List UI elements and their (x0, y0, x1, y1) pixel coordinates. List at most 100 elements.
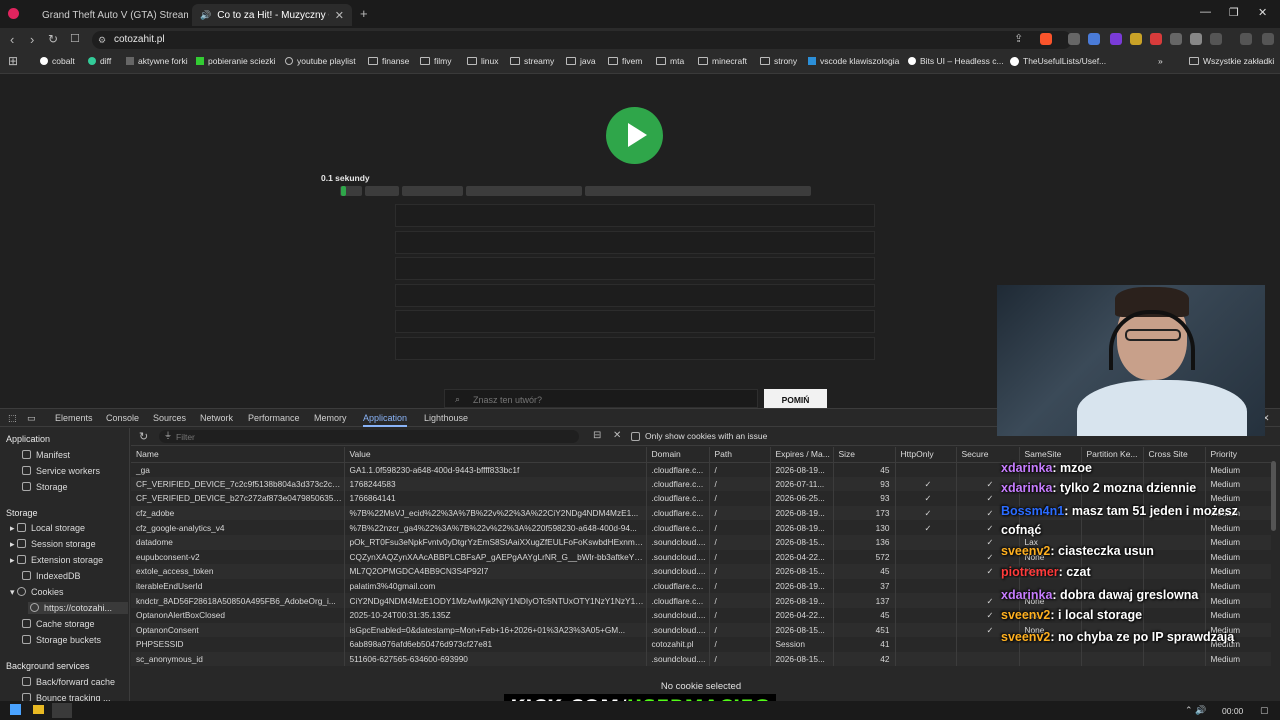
only-issue-checkbox[interactable] (631, 432, 640, 441)
column-header[interactable]: Cross Site (1143, 447, 1206, 463)
reload-icon[interactable]: ↻ (48, 32, 58, 46)
inspect-element-icon[interactable]: ⬚ (8, 413, 17, 424)
bookmark-folder[interactable]: strony (760, 56, 797, 66)
bookmark-item[interactable]: pobieranie sciezki (196, 56, 276, 66)
extension-icon[interactable] (1088, 33, 1100, 45)
playlist-icon[interactable] (1240, 33, 1252, 45)
close-window-icon[interactable]: ✕ (1258, 6, 1267, 19)
bookmark-folder[interactable]: linux (467, 56, 498, 66)
device-toggle-icon[interactable]: ▭ (27, 413, 36, 424)
column-header[interactable]: Expires / Ma... (770, 447, 834, 463)
browser-taskbar-icon[interactable] (52, 703, 72, 718)
column-header[interactable]: Secure (956, 447, 1020, 463)
sidebar-item-cache-storage[interactable]: Cache storage (22, 619, 95, 629)
guess-search-box[interactable]: ⌕ (444, 389, 758, 408)
bookmark-folder[interactable]: finanse (368, 56, 409, 66)
tab-cotozahit[interactable]: 🔊 Co to za Hit! - Muzyczny Quiz ✕ (192, 4, 352, 26)
bookmark-item[interactable]: Bits UI – Headless c... (908, 56, 1004, 66)
pause-extension-icon[interactable] (1068, 33, 1080, 45)
site-info-icon[interactable]: ⚙ (98, 31, 106, 49)
tab-performance[interactable]: Performance (248, 413, 300, 423)
sidebar-item-bfcache[interactable]: Back/forward cache (22, 677, 115, 687)
sidebar-item-cookie-origin[interactable]: https://cotozahi... (28, 602, 128, 614)
bookmark-folder[interactable]: minecraft (698, 56, 747, 66)
extension-icon[interactable] (1170, 33, 1182, 45)
delete-selected-icon[interactable]: ✕ (613, 430, 621, 441)
table-row[interactable]: _ga GA1.1.0f598230-a648-400d-9443-bffff83… (131, 462, 1271, 477)
column-header[interactable]: Value (344, 447, 647, 463)
tab-memory[interactable]: Memory (314, 413, 347, 423)
table-scrollbar[interactable] (1271, 461, 1276, 531)
all-bookmarks-folder[interactable]: Wszystkie zakładki (1189, 56, 1274, 66)
tab-elements[interactable]: Elements (55, 413, 93, 423)
column-header[interactable]: Size (833, 447, 896, 463)
bookmark-item[interactable]: TheUsefulLists/Usef... (1010, 56, 1106, 66)
table-row[interactable]: cfz_google-analytics_v4 %7B%22nzcr_ga4%22… (131, 520, 1271, 535)
close-tab-icon[interactable]: ✕ (335, 9, 344, 22)
bookmark-item[interactable]: vscode klawiszologia (808, 56, 899, 66)
column-header[interactable]: HttpOnly (895, 447, 957, 463)
sidebar-item-session-storage[interactable]: ▸ Session storage (10, 539, 96, 550)
forward-icon[interactable]: › (30, 32, 34, 47)
url-field[interactable]: ⚙ cotozahit.pl (92, 31, 1072, 49)
column-header[interactable]: Priority (1205, 447, 1271, 463)
column-header[interactable]: Name (131, 447, 345, 463)
back-icon[interactable]: ‹ (10, 32, 14, 47)
start-icon[interactable] (10, 704, 21, 715)
restore-icon[interactable]: ❐ (1229, 6, 1239, 19)
tab-application[interactable]: Application (363, 413, 408, 427)
bookmark-item[interactable]: diff (88, 56, 111, 66)
filter-input[interactable] (176, 431, 566, 442)
brave-shield-icon[interactable] (1040, 33, 1052, 45)
sidebar-item-service-workers[interactable]: Service workers (22, 466, 100, 476)
sidebar-icon[interactable] (1210, 33, 1222, 45)
minimize-icon[interactable]: — (1200, 6, 1211, 18)
tray-icons[interactable]: ⌃ 🔊 (1185, 705, 1206, 716)
bookmark-icon[interactable]: ☐ (70, 32, 80, 45)
extension-icon[interactable] (1150, 33, 1162, 45)
sidebar-item-extension-storage[interactable]: ▸ Extension storage (10, 555, 103, 566)
bookmark-folder[interactable]: java (566, 56, 596, 66)
share-icon[interactable]: ⇪ (1014, 32, 1023, 45)
sidebar-item-cookies[interactable]: ▾ Cookies (10, 587, 64, 598)
tab-sources[interactable]: Sources (153, 413, 186, 423)
tab-console[interactable]: Console (106, 413, 139, 423)
column-header[interactable]: SameSite (1019, 447, 1082, 463)
sidebar-item-storage[interactable]: Storage (22, 482, 68, 492)
bookmark-folder[interactable]: streamy (510, 56, 554, 66)
bookmark-item[interactable]: youtube playlist (285, 56, 356, 66)
tab-network[interactable]: Network (200, 413, 233, 423)
file-explorer-icon[interactable] (33, 705, 44, 714)
new-tab-button[interactable]: + (360, 6, 368, 21)
apps-grid-icon[interactable]: ⊞ (8, 54, 18, 68)
table-row[interactable]: sc_anonymous_id 511606-627565-634600-6939… (131, 651, 1271, 667)
bookmark-folder[interactable]: mta (656, 56, 684, 66)
column-header[interactable]: Path (709, 447, 771, 463)
extension-icon[interactable] (1110, 33, 1122, 45)
extension-icon[interactable] (1190, 33, 1202, 45)
extension-icon[interactable] (1130, 33, 1142, 45)
more-bookmarks-icon[interactable]: » (1158, 56, 1163, 66)
sidebar-item-storage-buckets[interactable]: Storage buckets (22, 635, 101, 645)
skip-button[interactable]: POMIŃ (764, 389, 827, 408)
filter-field[interactable]: ⏚ (159, 430, 579, 443)
refresh-icon[interactable]: ↻ (139, 430, 148, 443)
guess-search-input[interactable] (473, 395, 733, 405)
table-row[interactable]: extole_access_token ML7Q2OPMGDCA4BB9CN3S4… (131, 564, 1271, 579)
sidebar-item-indexeddb[interactable]: IndexedDB (22, 571, 81, 581)
sidebar-item-manifest[interactable]: Manifest (22, 450, 70, 460)
column-header[interactable]: Domain (646, 447, 710, 463)
tab-gta-stream[interactable]: Grand Theft Auto V (GTA) Streaming (28, 4, 188, 26)
bookmark-folder[interactable]: fivem (608, 56, 642, 66)
bookmark-item[interactable]: aktywne forki (126, 56, 188, 66)
sidebar-item-local-storage[interactable]: ▸ Local storage (10, 523, 85, 534)
clear-filtered-icon[interactable]: ⊟ (593, 430, 601, 441)
tab-lighthouse[interactable]: Lighthouse (424, 413, 468, 423)
menu-icon[interactable] (1262, 33, 1274, 45)
bookmark-item[interactable]: cobalt (40, 56, 75, 66)
column-header[interactable]: Partition Ke... (1081, 447, 1144, 463)
play-button[interactable] (606, 107, 663, 164)
bookmark-folder[interactable]: filmy (420, 56, 451, 66)
notification-icon[interactable]: ▢ (1260, 705, 1269, 716)
browser-menu-icon[interactable] (8, 8, 19, 19)
